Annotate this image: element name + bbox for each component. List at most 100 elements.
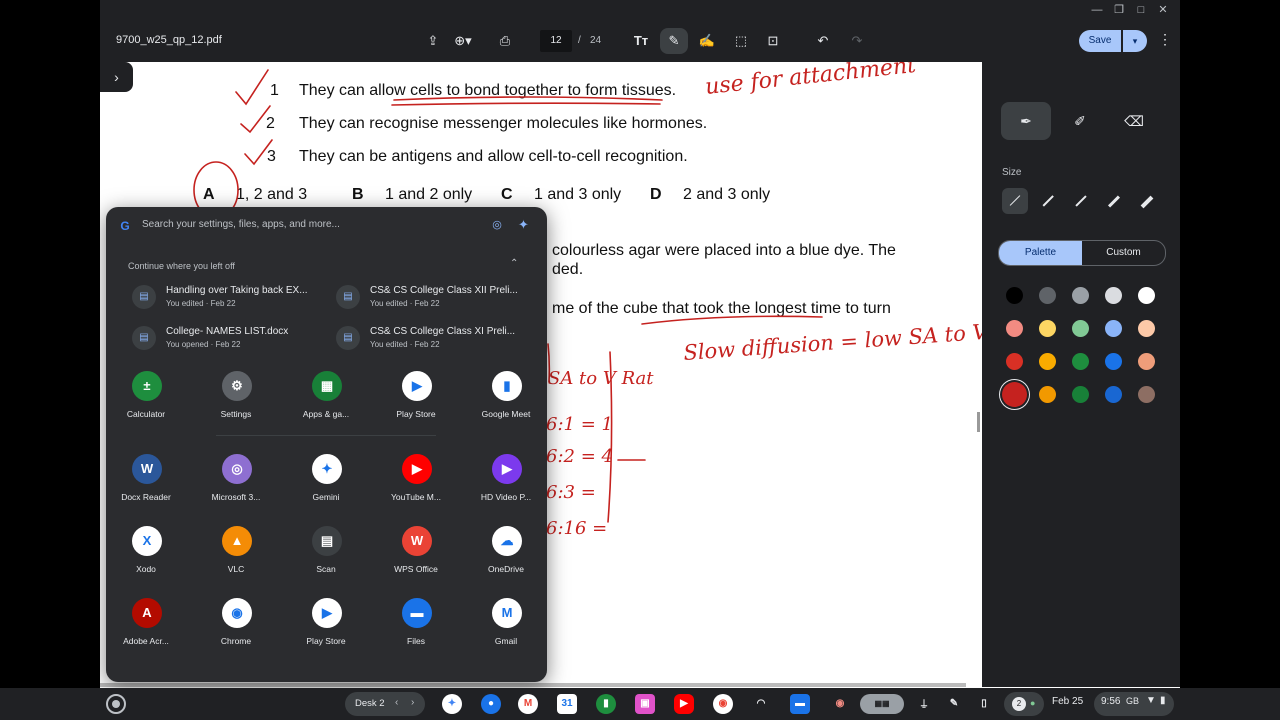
youtube-icon[interactable]: ▶ [674,694,694,714]
app-tile[interactable]: ▶ HD Video P... [466,454,546,510]
eraser-tool-icon[interactable]: ⌫ [1109,102,1159,140]
color-swatch[interactable] [1137,352,1155,370]
size-option-1[interactable] [1002,188,1028,214]
color-swatch[interactable] [1071,286,1089,304]
app-tile[interactable]: W WPS Office [376,526,456,582]
pdf-app-icon[interactable]: ▣ [635,694,655,714]
save-dropdown-icon[interactable]: ▾ [1123,30,1147,52]
select-icon[interactable]: ⬚ [730,31,752,51]
launcher-button[interactable] [106,694,126,714]
color-swatch[interactable] [1038,385,1056,403]
account-icon[interactable]: ● [481,694,501,714]
vertical-scrollbar[interactable] [977,412,980,432]
continue-item[interactable]: ▤ College- NAMES LIST.docx You opened · … [132,324,332,358]
continue-item[interactable]: ▤ Handling over Taking back EX... You ed… [132,283,332,317]
color-swatch[interactable] [1038,352,1056,370]
chevron-left-icon[interactable]: ‹ [395,697,398,708]
notification-tray[interactable]: 2 ● [1004,692,1044,716]
tab-palette[interactable]: Palette [999,241,1082,265]
more-options-icon[interactable]: ⋮ [1158,31,1172,48]
gmail-icon[interactable]: M [518,694,538,714]
chrome-icon[interactable]: ◉ [713,694,733,714]
color-swatch[interactable] [1005,352,1023,370]
text-icon[interactable]: Tт [630,31,652,51]
maximize-button[interactable]: □ [1132,2,1150,18]
color-swatch[interactable] [1038,286,1056,304]
app-tile[interactable]: ☁ OneDrive [466,526,546,582]
minimize-button[interactable]: — [1088,2,1106,18]
gemini-spark-icon[interactable]: ✦ [518,217,529,233]
color-swatch[interactable] [1137,286,1155,304]
app-tile[interactable]: ▦ Apps & ga... [286,371,366,427]
app-tile[interactable]: ▤ Scan [286,526,366,582]
desk-switcher[interactable]: Desk 2 ‹ › [345,692,425,716]
color-swatch[interactable] [1038,319,1056,337]
app-tile[interactable]: M Gmail [466,598,546,654]
launcher-search-bar[interactable]: G Search your settings, files, apps, and… [106,207,547,245]
app-tile[interactable]: ▮ Google Meet [466,371,546,427]
highlighter-icon[interactable]: ✍ [696,31,718,51]
app-tile[interactable]: ± Calculator [106,371,186,427]
ocr-icon[interactable]: ⊡ [762,31,784,51]
color-swatch[interactable] [1005,319,1023,337]
continue-item[interactable]: ▤ CS& CS College Class XI Preli... You e… [336,324,536,358]
app-tile[interactable]: X Xodo [106,526,186,582]
save-button[interactable]: Save [1079,30,1121,52]
search-input[interactable]: Search your settings, files, apps, and m… [142,219,340,230]
stylus-icon[interactable]: ✎ [944,694,964,714]
date-tray[interactable]: Feb 25 [1044,692,1090,716]
undo-icon[interactable]: ↶ [812,31,834,51]
color-swatch[interactable] [1137,319,1155,337]
app-tile[interactable]: ◉ Chrome [196,598,276,654]
app-tile[interactable]: ▶ YouTube M... [376,454,456,510]
restore-button[interactable]: ❐ [1110,2,1128,18]
color-swatch[interactable] [1104,286,1122,304]
phone-hub-icon[interactable]: ▯ [974,694,994,714]
files-icon[interactable]: ▬ [790,694,810,714]
color-swatch[interactable] [1071,385,1089,403]
highlighter-tool-icon[interactable]: ✐ [1055,102,1105,140]
size-option-2[interactable] [1035,188,1061,214]
pen-icon[interactable]: ✎ [660,28,688,54]
app-tile[interactable]: ⚙ Settings [196,371,276,427]
continue-item[interactable]: ▤ CS& CS College Class XII Preli... You … [336,283,536,317]
calendar-icon[interactable]: 31 [557,694,577,714]
zoom-icon[interactable]: ⊕▾ [452,31,474,51]
redo-icon[interactable]: ↷ [846,31,868,51]
close-button[interactable]: ✕ [1154,2,1172,18]
color-swatch[interactable] [1071,319,1089,337]
microphone-icon[interactable]: ⍊ [914,694,934,714]
cast-icon[interactable]: ◠ [751,694,771,714]
app-tile[interactable]: W Docx Reader [106,454,186,510]
horizontal-scrollbar[interactable] [100,683,966,687]
pen-tool-icon[interactable]: ✒ [1001,102,1051,140]
share-icon[interactable]: ⇪ [422,31,444,51]
app-tile[interactable]: ▶ Play Store [286,598,366,654]
app-tile[interactable]: ◎ Microsoft 3... [196,454,276,510]
app-tile[interactable]: A Adobe Acr... [106,598,186,654]
chevron-right-icon[interactable]: › [411,697,414,708]
color-swatch[interactable] [1104,352,1122,370]
color-swatch[interactable] [1104,385,1122,403]
app-tile[interactable]: ✦ Gemini [286,454,366,510]
lens-icon[interactable]: ◎ [490,218,504,232]
expand-sidebar-button[interactable]: › [100,62,133,92]
app-tile[interactable]: ▶ Play Store [376,371,456,427]
app-tile[interactable]: ▬ Files [376,598,456,654]
print-icon[interactable]: ⎙ [494,31,516,51]
tab-custom[interactable]: Custom [1082,241,1165,265]
color-swatch[interactable] [1005,286,1023,304]
notification-thumbnails[interactable]: ▦▦ [860,694,904,714]
size-option-3[interactable] [1068,188,1094,214]
screen-record-icon[interactable]: ◉ [830,694,850,714]
app-tile[interactable]: ▲ VLC [196,526,276,582]
collapse-icon[interactable]: ⌃ [510,258,518,269]
meet-icon[interactable]: ▮ [596,694,616,714]
color-swatch[interactable] [1104,319,1122,337]
status-area[interactable]: 9:56 GB ▼ ▮ [1094,692,1174,716]
color-swatch[interactable] [1071,352,1089,370]
color-swatch[interactable] [1001,381,1027,407]
size-option-5[interactable] [1134,188,1160,214]
color-swatch[interactable] [1137,385,1155,403]
size-option-4[interactable] [1101,188,1127,214]
